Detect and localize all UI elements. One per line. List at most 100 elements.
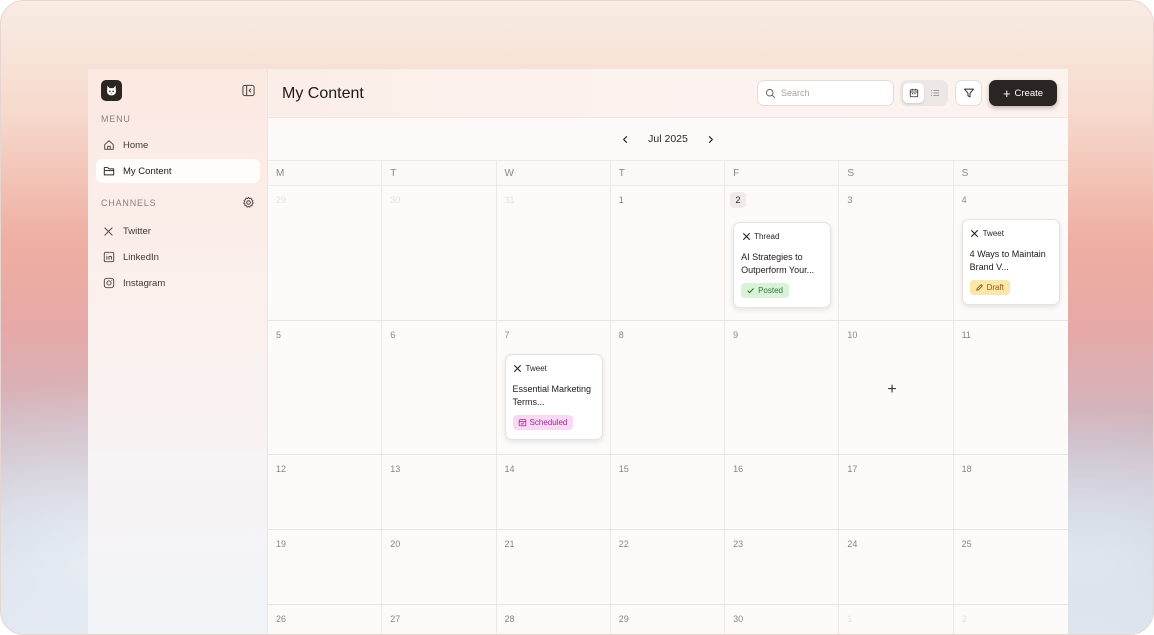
- calendar-day[interactable]: 29: [268, 186, 383, 320]
- sidebar-item-twitter[interactable]: Twitter: [96, 219, 260, 243]
- calendar-day[interactable]: 16: [725, 455, 840, 529]
- status-label: Scheduled: [529, 418, 568, 427]
- calendar-check-icon: [518, 418, 527, 427]
- calendar-day[interactable]: 13: [382, 455, 497, 529]
- month-label: Jul 2025: [648, 133, 688, 145]
- filter-button[interactable]: [955, 80, 982, 106]
- sidebar-item-my-content[interactable]: My Content: [96, 159, 260, 183]
- collapse-sidebar-button[interactable]: [241, 83, 255, 97]
- calendar-day[interactable]: 5: [268, 321, 383, 454]
- top-bar: My Content + C: [268, 69, 1068, 118]
- calendar-day[interactable]: 3: [839, 186, 954, 320]
- post-type-label: Tweet: [982, 228, 1004, 238]
- calendar-day[interactable]: 2: [953, 605, 1068, 634]
- calendar-day[interactable]: 24: [839, 530, 954, 604]
- calendar-day[interactable]: 17: [839, 455, 954, 529]
- search-box[interactable]: [757, 80, 894, 106]
- chevron-right-icon: [709, 135, 714, 143]
- calendar-day[interactable]: 9: [725, 321, 840, 454]
- day-number: 9: [733, 330, 739, 340]
- previous-month-button[interactable]: [616, 130, 634, 148]
- day-number: 29: [618, 614, 629, 624]
- post-card-tweet-draft[interactable]: Tweet 4 Ways to Maintain Brand V... Draf…: [961, 219, 1060, 305]
- calendar-day[interactable]: 25: [953, 530, 1068, 604]
- cat-logo-icon: [107, 85, 116, 96]
- calendar-day[interactable]: 4 Tweet 4 Ways to Maintain Brand V... Dr…: [953, 186, 1068, 320]
- sidebar-item-label: LinkedIn: [123, 251, 159, 263]
- post-title: AI Strategies to Outperform Your...: [741, 252, 815, 275]
- day-number: 29: [276, 195, 287, 205]
- sidebar-toggle-icon: [241, 84, 255, 96]
- calendar-day[interactable]: 23: [725, 530, 840, 604]
- post-card-thread[interactable]: Thread AI Strategies to Outperform Your.…: [733, 222, 832, 308]
- next-month-button[interactable]: [702, 130, 720, 148]
- calendar-day[interactable]: 1: [610, 186, 726, 320]
- calendar-day[interactable]: 21: [496, 530, 611, 604]
- calendar-day[interactable]: 12: [268, 455, 383, 529]
- calendar-day[interactable]: 15: [610, 455, 726, 529]
- app-logo[interactable]: [101, 80, 122, 101]
- sidebar: MENU Home My Content CHANNELS Twitter Li…: [88, 69, 268, 634]
- status-label: Posted: [758, 286, 783, 295]
- weekday-label: S: [961, 168, 969, 179]
- day-number: 30: [733, 614, 744, 624]
- page-title: My Content: [282, 85, 364, 102]
- list-icon: [930, 90, 939, 96]
- calendar-day[interactable]: 19: [268, 530, 383, 604]
- calendar-day[interactable]: 30: [725, 605, 840, 634]
- calendar-day[interactable]: 20: [382, 530, 497, 604]
- calendar-day[interactable]: 28: [496, 605, 611, 634]
- day-number: 18: [961, 464, 972, 474]
- calendar-day[interactable]: 10 +: [839, 321, 954, 454]
- folder-icon: [102, 165, 115, 178]
- day-number: 3: [847, 195, 853, 205]
- weekday-label: W: [497, 161, 611, 185]
- sidebar-item-home[interactable]: Home: [96, 133, 260, 157]
- calendar-day[interactable]: 1: [839, 605, 954, 634]
- day-number: 26: [276, 614, 287, 624]
- sidebar-item-instagram[interactable]: Instagram: [96, 271, 260, 295]
- app-window: MENU Home My Content CHANNELS Twitter Li…: [88, 69, 1068, 634]
- day-number: 28: [504, 614, 515, 624]
- calendar-day[interactable]: 6: [382, 321, 497, 454]
- day-number: 8: [618, 330, 624, 340]
- post-card-tweet-scheduled[interactable]: Tweet Essential Marketing Terms... Sched…: [504, 354, 603, 440]
- add-post-plus-icon[interactable]: +: [887, 381, 896, 399]
- x-logo-icon: [970, 228, 980, 238]
- check-icon: [746, 286, 755, 295]
- sidebar-item-label: Instagram: [123, 277, 166, 289]
- calendar-day[interactable]: 11: [953, 321, 1068, 454]
- list-view-button[interactable]: [924, 83, 945, 103]
- weekday-label: T: [611, 161, 726, 185]
- calendar-view-button[interactable]: [903, 83, 924, 103]
- calendar-day[interactable]: 7 Tweet Essential Marketing Terms... Sch…: [496, 321, 611, 454]
- weekday-label: T: [382, 161, 497, 185]
- day-number: 15: [618, 464, 629, 474]
- post-type-label: Tweet: [525, 363, 547, 373]
- channels-settings-button[interactable]: [242, 196, 255, 209]
- calendar-day[interactable]: 14: [496, 455, 611, 529]
- calendar-day-today[interactable]: 2 Thread AI Strategies to Outperform You…: [725, 186, 840, 320]
- sidebar-item-label: My Content: [123, 165, 172, 177]
- x-logo-icon: [102, 225, 115, 238]
- calendar-day[interactable]: 31: [496, 186, 611, 320]
- calendar-day[interactable]: 26: [268, 605, 383, 634]
- calendar-day[interactable]: 18: [953, 455, 1068, 529]
- post-type: Thread: [741, 231, 823, 241]
- day-number: 30: [390, 195, 401, 205]
- sidebar-item-linkedin[interactable]: LinkedIn: [96, 245, 260, 269]
- search-input[interactable]: [781, 88, 881, 98]
- day-number: 13: [390, 464, 401, 474]
- create-button-label: Create: [1014, 87, 1044, 99]
- calendar-day[interactable]: 8: [610, 321, 726, 454]
- calendar-day[interactable]: 29: [610, 605, 726, 634]
- day-number: 17: [847, 464, 858, 474]
- calendar-day[interactable]: 30: [382, 186, 497, 320]
- weekday-label: M: [268, 161, 383, 185]
- create-button[interactable]: + Create: [989, 80, 1057, 106]
- day-number: 10: [847, 330, 858, 340]
- day-number: 6: [390, 330, 396, 340]
- post-type-label: Thread: [754, 231, 780, 241]
- calendar-day[interactable]: 27: [382, 605, 497, 634]
- calendar-day[interactable]: 22: [610, 530, 726, 604]
